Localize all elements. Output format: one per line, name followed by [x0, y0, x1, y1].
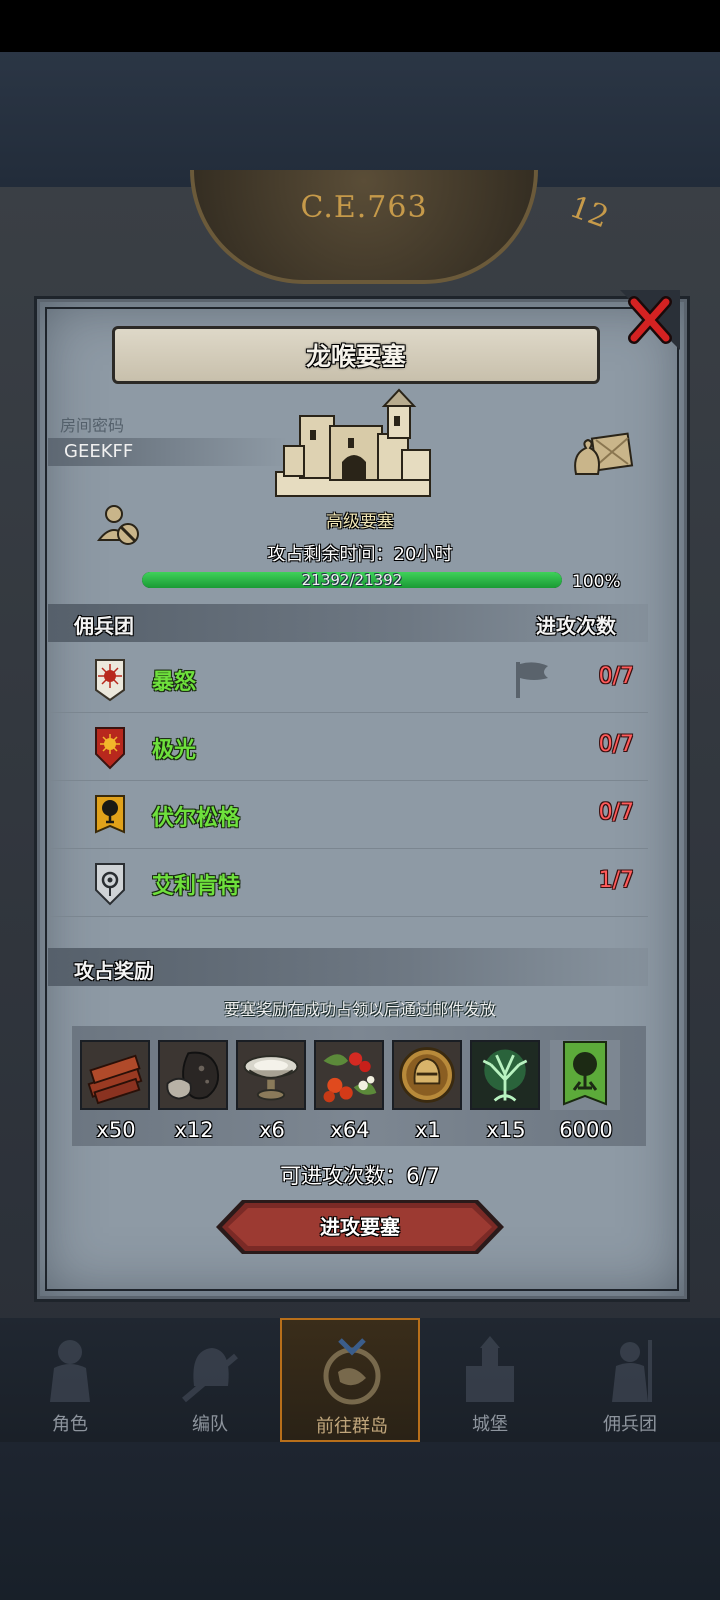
- berries-icon: [314, 1040, 384, 1110]
- nav-formation[interactable]: 编队: [140, 1318, 280, 1442]
- capture-time-left: 攻占剩余时间：20小时: [267, 544, 453, 565]
- reward-item[interactable]: x6: [236, 1040, 308, 1142]
- attack-count: 0/7: [598, 800, 634, 825]
- helmet-sword-icon: [182, 1348, 238, 1403]
- fortress-castle-image: [275, 388, 431, 497]
- rewards-note: 要塞奖励在成功占领以后通过邮件发放: [223, 1000, 496, 1019]
- mercenary-name: 艾利肯特: [152, 874, 241, 899]
- sun-sigil-icon: [95, 659, 125, 702]
- rewards-header-label: 攻占奖励: [74, 959, 154, 983]
- reward-qty: x64: [330, 1118, 370, 1142]
- reward-qty: 6000: [559, 1118, 613, 1142]
- room-code-label: 房间密码: [60, 416, 125, 435]
- nav-label: 编队: [192, 1414, 228, 1435]
- reward-qty: x6: [259, 1118, 285, 1142]
- reward-item[interactable]: x15: [470, 1040, 542, 1142]
- mercenary-row[interactable]: 暴怒 0/7: [48, 644, 648, 713]
- attack-fortress-button[interactable]: 进攻要塞: [216, 1200, 504, 1254]
- nav-castle[interactable]: 城堡: [420, 1318, 560, 1442]
- knight-icon: [50, 1340, 90, 1402]
- wood-logs-icon: [80, 1040, 150, 1110]
- nav-go-to-islands[interactable]: 前往群岛: [280, 1318, 420, 1442]
- mercenary-header-label: 佣兵团: [74, 614, 134, 638]
- attack-count: 0/7: [598, 732, 634, 757]
- background-top: [0, 52, 720, 187]
- close-icon[interactable]: [620, 290, 680, 350]
- attack-count: 1/7: [598, 868, 634, 893]
- nav-label: 角色: [52, 1414, 88, 1435]
- fortress-hp-percent: 100%: [572, 572, 621, 592]
- mercenary-name: 暴怒: [152, 670, 197, 695]
- coal-ore-icon: [158, 1040, 228, 1110]
- mercenary-name: 伏尔松格: [152, 806, 241, 831]
- compass-map-icon: [323, 1338, 381, 1405]
- reward-item[interactable]: x12: [158, 1040, 230, 1142]
- room-code-value[interactable]: GEEKFF: [64, 441, 133, 462]
- mercenary-row[interactable]: 极光 0/7: [48, 712, 648, 781]
- reward-item[interactable]: x64: [314, 1040, 386, 1142]
- sun-sigil-icon: [95, 727, 125, 770]
- reward-item[interactable]: 6000: [550, 1040, 622, 1142]
- remaining-attempts: 可进攻次数：6/7: [280, 1164, 440, 1188]
- nav-label: 佣兵团: [603, 1414, 657, 1435]
- green-tree-spirit-icon: [470, 1040, 540, 1110]
- tree-banner-icon: [550, 1040, 620, 1110]
- bottom-background: [0, 1442, 720, 1600]
- knight-helmet-medal-icon: [392, 1040, 462, 1110]
- castle-icon: [466, 1336, 514, 1402]
- supplies-bag-icon[interactable]: [572, 430, 634, 476]
- reward-item[interactable]: x1: [392, 1040, 464, 1142]
- nav-character[interactable]: 角色: [0, 1318, 140, 1442]
- mercenary-name: 极光: [152, 738, 197, 763]
- nav-label: 前往群岛: [316, 1416, 388, 1437]
- era-label: C.E.763: [300, 190, 428, 225]
- nav-label: 城堡: [472, 1414, 508, 1435]
- bottom-navigation: 角色 编队 前往群岛 城堡 佣兵团: [0, 1318, 720, 1442]
- reward-item[interactable]: x50: [80, 1040, 152, 1142]
- fortress-grade: 高级要塞: [326, 512, 394, 532]
- flag-icon: [516, 662, 548, 698]
- mercenary-row[interactable]: 艾利肯特 1/7: [48, 848, 648, 917]
- reward-qty: x50: [96, 1118, 136, 1142]
- silver-bowl-icon: [236, 1040, 306, 1110]
- eye-sigil-icon: [95, 863, 125, 906]
- dialog-title: 龙喉要塞: [112, 326, 600, 384]
- mercenary-row[interactable]: 伏尔松格 0/7: [48, 780, 648, 849]
- reward-qty: x12: [174, 1118, 214, 1142]
- attack-count-header-label: 进攻次数: [536, 614, 616, 638]
- soldier-icon: [612, 1340, 652, 1402]
- tree-sigil-icon: [95, 795, 125, 834]
- reward-qty: x1: [415, 1118, 441, 1142]
- attack-count: 0/7: [598, 664, 634, 689]
- status-bar: [0, 0, 720, 52]
- nav-mercenaries[interactable]: 佣兵团: [560, 1318, 700, 1442]
- reward-qty: x15: [486, 1118, 526, 1142]
- fortress-hp-text: 21392/21392: [301, 571, 403, 589]
